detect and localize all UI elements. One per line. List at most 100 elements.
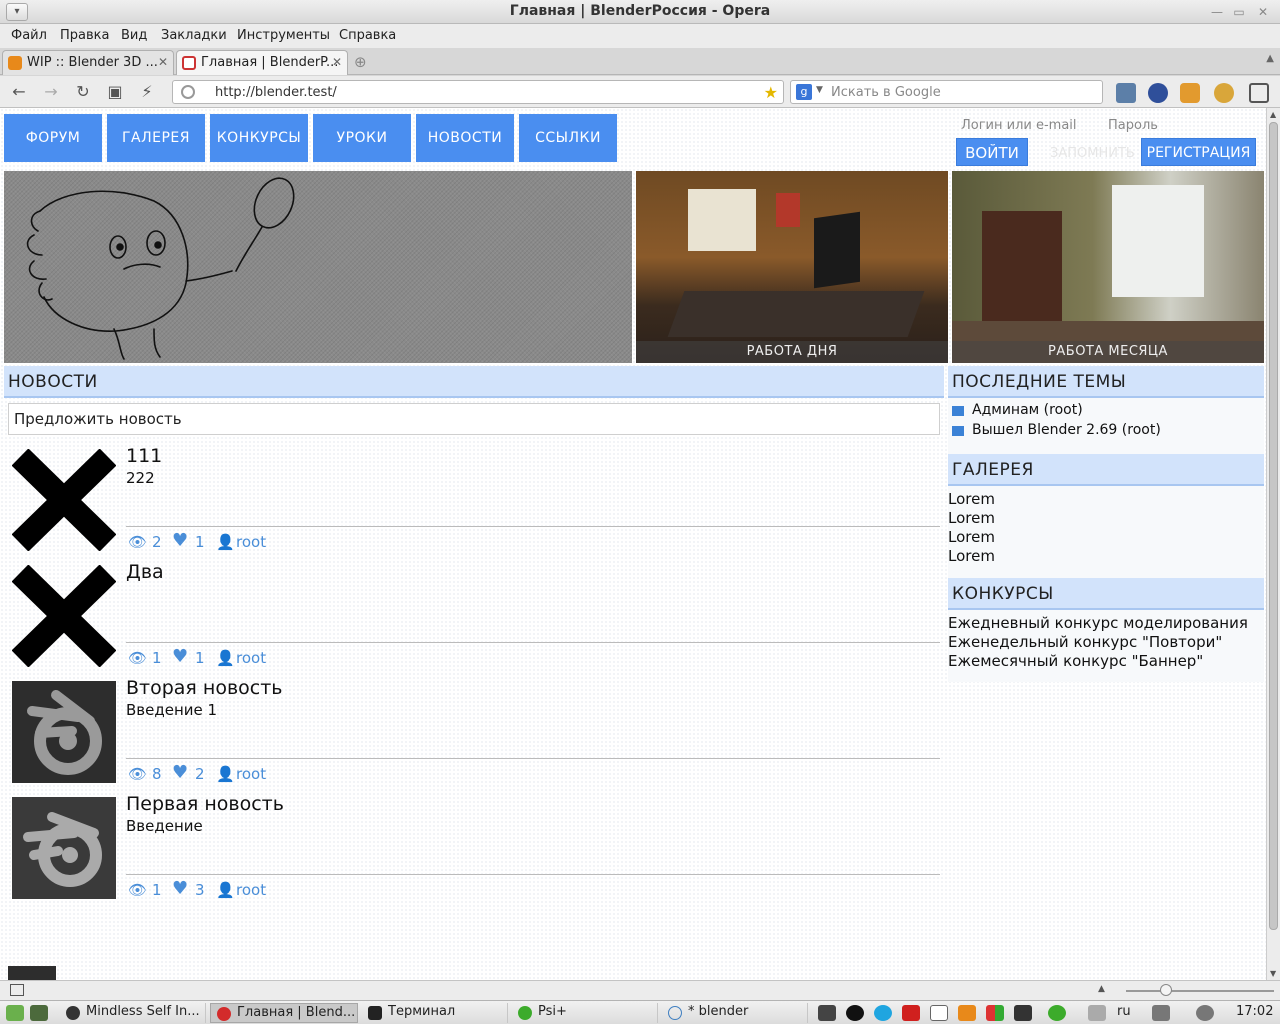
blender-logo-icon[interactable] [12, 681, 116, 783]
gallery-item[interactable]: Lorem [948, 509, 995, 527]
task-opera[interactable]: Главная | Blend... [210, 1003, 358, 1023]
bookmark-star-icon[interactable]: ★ [764, 83, 778, 102]
minimize-icon[interactable]: — [1208, 4, 1226, 20]
nav-forum[interactable]: ФОРУМ [4, 114, 102, 162]
nav-gallery[interactable]: ГАЛЕРЕЯ [107, 114, 205, 162]
hero-banner[interactable] [4, 171, 632, 363]
clock[interactable]: 17:02 [1236, 1004, 1273, 1019]
tab-close-icon[interactable]: ✕ [332, 55, 342, 69]
mint-menu-icon[interactable] [6, 1005, 24, 1021]
news-item[interactable]: Два 👁 1 ♥ 1 👤 root [8, 561, 940, 675]
search-placeholder[interactable]: Искать в Google [831, 85, 941, 100]
fullscreen-icon[interactable] [1249, 83, 1269, 103]
heart-icon[interactable]: ♥ [172, 878, 188, 899]
news-title[interactable]: Два [126, 561, 164, 583]
turbo-off-icon[interactable] [1116, 83, 1136, 103]
login-field[interactable]: Логин или e-mail [961, 118, 1077, 133]
work-of-day-image[interactable]: РАБОТА ДНЯ [636, 171, 948, 363]
task-psi[interactable]: Psi+ [512, 1003, 658, 1023]
forward-icon[interactable]: → [40, 82, 62, 102]
monitor-app-icon[interactable] [1014, 1005, 1032, 1021]
opera-tray-icon[interactable] [902, 1005, 920, 1021]
work-of-month-image[interactable]: РАБОТА МЕСЯЦА [952, 171, 1264, 363]
contest-link[interactable]: Еженедельный конкурс "Повтори" [948, 633, 1222, 651]
author-link[interactable]: root [236, 765, 266, 783]
coin-icon[interactable] [1214, 83, 1234, 103]
task-blender[interactable]: * blender [662, 1003, 808, 1023]
scroll-down-icon[interactable]: ▼ [1270, 969, 1276, 978]
news-item[interactable]: Вторая новость Введение 1 👁 8 ♥ 2 👤 root [8, 677, 940, 791]
tab-main[interactable]: Главная | BlenderP... ✕ [176, 50, 348, 75]
task-music[interactable]: Mindless Self In... [60, 1003, 206, 1023]
menu-bookmarks[interactable]: Закладки [161, 28, 227, 43]
skype-icon[interactable] [874, 1005, 892, 1021]
news-title[interactable]: Первая новость [126, 793, 284, 815]
tab-wip[interactable]: WIP :: Blender 3D ... ✕ [2, 50, 174, 75]
menu-file[interactable]: Файл [11, 28, 47, 43]
menu-tools[interactable]: Инструменты [237, 28, 330, 43]
chevron-down-icon[interactable]: ▼ [816, 85, 823, 95]
maximize-icon[interactable]: ▭ [1230, 4, 1248, 20]
show-desktop-icon[interactable] [30, 1005, 48, 1021]
password-field[interactable]: Пароль [1108, 118, 1158, 133]
x-icon[interactable] [12, 449, 116, 551]
topic-link[interactable]: Админам (root) [972, 402, 1083, 418]
keyboard-layout[interactable]: ru [1117, 1004, 1131, 1019]
home-icon[interactable] [818, 1005, 836, 1021]
blender-tray-icon[interactable] [958, 1005, 976, 1021]
volume-icon[interactable] [1196, 1005, 1214, 1021]
news-item[interactable]: 111 222 👁 2 ♥ 1 👤 root [8, 445, 940, 559]
register-button[interactable]: РЕГИСТРАЦИЯ [1141, 138, 1256, 166]
reload-icon[interactable]: ↻ [72, 82, 94, 102]
document-icon[interactable] [930, 1005, 948, 1021]
palette-icon[interactable] [1180, 83, 1200, 103]
close-icon[interactable]: ✕ [1254, 4, 1272, 20]
compass-icon[interactable] [1148, 83, 1168, 103]
gallery-item[interactable]: Lorem [948, 490, 995, 508]
vertical-scrollbar[interactable]: ▲ ▼ [1266, 108, 1280, 980]
wand-icon[interactable]: ⚡ [136, 82, 158, 102]
author-link[interactable]: root [236, 533, 266, 551]
google-icon[interactable]: g [796, 84, 812, 100]
contest-link[interactable]: Ежедневный конкурс моделирования [948, 614, 1248, 632]
suggest-news-link[interactable]: Предложить новость [8, 403, 940, 435]
contest-link[interactable]: Ежемесячный конкурс "Баннер" [948, 652, 1203, 670]
gallery-item[interactable]: Lorem [948, 528, 995, 546]
nav-links[interactable]: ССЫЛКИ [519, 114, 617, 162]
news-title[interactable]: 111 [126, 445, 162, 467]
scrollbar-thumb[interactable] [1269, 122, 1278, 930]
psi-tray-icon[interactable] [1048, 1005, 1066, 1021]
nav-contests[interactable]: КОНКУРСЫ [210, 114, 308, 162]
news-title[interactable]: Вторая новость [126, 677, 282, 699]
blender-logo-icon[interactable] [12, 797, 116, 899]
author-link[interactable]: root [236, 649, 266, 667]
task-terminal[interactable]: Терминал [362, 1003, 508, 1023]
zoom-slider[interactable] [1126, 990, 1274, 992]
nav-news[interactable]: НОВОСТИ [416, 114, 514, 162]
panel-toggle-icon[interactable] [10, 984, 24, 996]
heart-icon[interactable]: ♥ [172, 646, 188, 667]
author-link[interactable]: root [236, 881, 266, 899]
heart-icon[interactable]: ♥ [172, 530, 188, 551]
gallery-item[interactable]: Lorem [948, 547, 995, 565]
zoom-out-icon[interactable]: ▲ [1098, 984, 1105, 994]
zoom-slider-thumb[interactable] [1160, 984, 1172, 996]
search-field[interactable]: g ▼ Искать в Google [790, 80, 1103, 104]
nav-lessons[interactable]: УРОКИ [313, 114, 411, 162]
menu-view[interactable]: Вид [121, 28, 147, 43]
network-icon[interactable] [1152, 1005, 1170, 1021]
color-app-icon[interactable] [986, 1005, 1004, 1021]
menu-help[interactable]: Справка [339, 28, 396, 43]
new-tab-icon[interactable]: ⊕ [354, 53, 367, 71]
partial-news-thumbnail[interactable] [8, 966, 56, 980]
news-item[interactable]: Первая новость Введение 👁 1 ♥ 3 👤 root [8, 793, 940, 907]
url-text[interactable]: http://blender.test/ [215, 85, 337, 100]
tab-close-icon[interactable]: ✕ [158, 55, 168, 69]
heart-icon[interactable]: ♥ [172, 762, 188, 783]
scroll-up-icon[interactable]: ▲ [1270, 110, 1276, 119]
login-button[interactable]: ВОЙТИ [956, 138, 1028, 166]
remember-checkbox[interactable]: ЗАПОМНИТЬ [1050, 146, 1135, 161]
app-icon[interactable] [846, 1005, 864, 1021]
keyboard-icon[interactable] [1088, 1005, 1106, 1021]
url-field[interactable]: http://blender.test/ ★ [172, 80, 784, 104]
